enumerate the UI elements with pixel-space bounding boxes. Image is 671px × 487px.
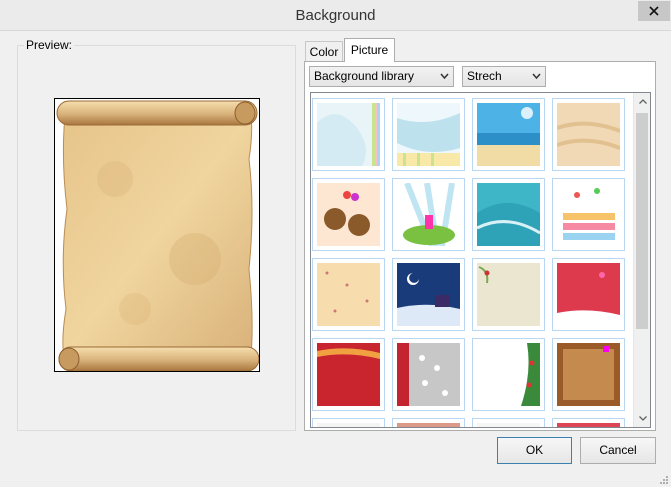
preview-label: Preview: xyxy=(24,38,75,52)
tab-picture[interactable]: Picture xyxy=(344,38,395,62)
thumbnail[interactable] xyxy=(552,178,625,251)
thumbnail[interactable] xyxy=(552,338,625,411)
thumbnail[interactable] xyxy=(392,338,465,411)
thumbnail[interactable] xyxy=(392,98,465,171)
close-button[interactable] xyxy=(638,1,670,21)
thumbnail[interactable] xyxy=(392,258,465,331)
thumbnail[interactable] xyxy=(312,178,385,251)
scroll-thumb[interactable] xyxy=(636,113,648,329)
thumbnail[interactable] xyxy=(552,418,625,427)
ok-button[interactable]: OK xyxy=(497,437,572,464)
stretch-mode-value: Strech xyxy=(467,69,502,83)
thumbnail[interactable] xyxy=(472,258,545,331)
tab-color[interactable]: Color xyxy=(305,41,343,62)
window-title: Background xyxy=(295,7,376,24)
thumbnail[interactable] xyxy=(472,98,545,171)
thumbnail[interactable] xyxy=(312,98,385,171)
background-library-value: Background library xyxy=(314,69,415,83)
thumbnail[interactable] xyxy=(552,98,625,171)
preview-image xyxy=(54,98,260,372)
title-bar: Background xyxy=(0,0,671,31)
chevron-down-icon xyxy=(638,416,647,421)
thumbnail[interactable] xyxy=(392,178,465,251)
stretch-mode-select[interactable]: Strech xyxy=(462,66,546,87)
cancel-button[interactable]: Cancel xyxy=(580,437,656,464)
scroll-down-button[interactable] xyxy=(634,410,651,427)
thumbnail[interactable] xyxy=(472,338,545,411)
background-library-select[interactable]: Background library xyxy=(309,66,454,87)
scroll-up-button[interactable] xyxy=(634,93,651,110)
chevron-up-icon xyxy=(638,99,647,104)
background-gallery[interactable] xyxy=(310,92,651,428)
chevron-down-icon xyxy=(532,73,541,80)
thumbnail[interactable] xyxy=(312,418,385,427)
thumbnail[interactable] xyxy=(552,258,625,331)
gallery-scrollbar[interactable] xyxy=(633,93,650,427)
thumbnail[interactable] xyxy=(312,258,385,331)
resize-grip-icon[interactable] xyxy=(659,475,669,485)
thumbnail[interactable] xyxy=(472,418,545,427)
chevron-down-icon xyxy=(440,73,449,80)
close-icon xyxy=(649,6,659,16)
thumbnail[interactable] xyxy=(392,418,465,427)
thumbnail[interactable] xyxy=(312,338,385,411)
thumbnail[interactable] xyxy=(472,178,545,251)
